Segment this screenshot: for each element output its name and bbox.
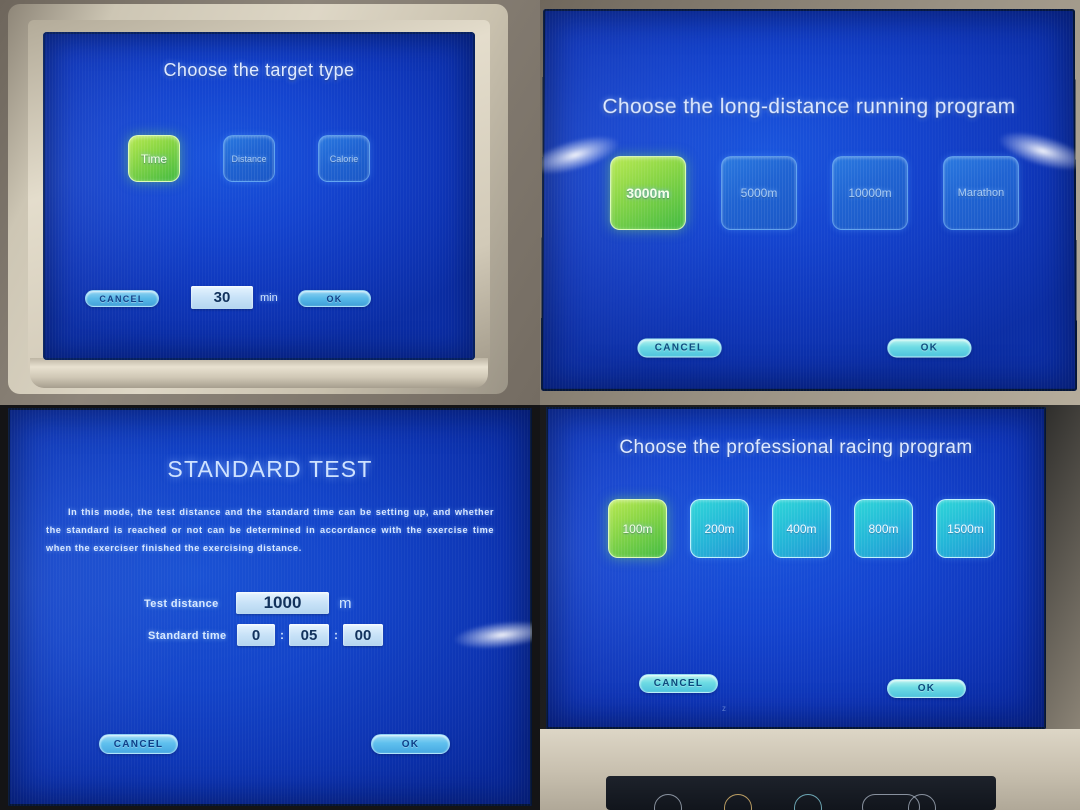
ok-button[interactable]: OK (887, 338, 971, 357)
time-separator-2: : (334, 628, 338, 642)
screen-ui: Choose the target type Time Distance Cal… (43, 32, 475, 360)
tile-label: 200m (704, 522, 734, 536)
screen-ui: Choose the professional racing program 1… (546, 407, 1046, 729)
time-separator-1: : (280, 628, 284, 642)
cancel-button[interactable]: CANCEL (85, 290, 159, 307)
target-type-tile-row: Time Distance Calorie (128, 135, 370, 182)
unit-label: min (260, 292, 278, 304)
distance-tile-row: 3000m 5000m 10000m Marathon (610, 156, 1019, 230)
tile-time[interactable]: Time (128, 135, 180, 182)
tile-label: Calorie (330, 154, 359, 164)
page-heading: STANDARD TEST (8, 456, 532, 483)
tile-800m[interactable]: 800m (854, 499, 913, 558)
test-distance-field[interactable]: 1000 (236, 592, 329, 614)
screen-glare (453, 617, 532, 653)
tile-1500m[interactable]: 1500m (936, 499, 995, 558)
screenshot-collage: Choose the target type Time Distance Cal… (0, 0, 1080, 810)
tile-5000m[interactable]: 5000m (721, 156, 797, 230)
tile-label: Marathon (958, 187, 1005, 199)
tile-100m[interactable]: 100m (608, 499, 667, 558)
cancel-button[interactable]: CANCEL (639, 674, 718, 693)
tile-label: 10000m (848, 186, 891, 200)
tile-200m[interactable]: 200m (690, 499, 749, 558)
mode-description: In this mode, the test distance and the … (46, 504, 494, 558)
control-button-strip (606, 776, 996, 810)
standard-time-label: Standard time (148, 630, 227, 642)
ok-button[interactable]: OK (298, 290, 371, 307)
distance-unit-label: m (339, 595, 352, 612)
screen-artifact: z (722, 704, 726, 713)
page-title: Choose the professional racing program (546, 437, 1046, 459)
tile-distance[interactable]: Distance (223, 135, 275, 182)
ok-button[interactable]: OK (887, 679, 966, 698)
lcd-screen: Choose the professional racing program 1… (546, 407, 1046, 729)
tile-400m[interactable]: 400m (772, 499, 831, 558)
standard-time-seconds-field[interactable]: 00 (343, 624, 383, 646)
test-distance-label: Test distance (144, 598, 219, 610)
tile-label: 1500m (947, 522, 984, 536)
tile-label: 100m (622, 522, 652, 536)
tile-3000m[interactable]: 3000m (610, 156, 686, 230)
console-key-2[interactable] (724, 794, 752, 810)
panel-long-distance: Choose the long-distance running program… (540, 0, 1080, 405)
lcd-screen: Choose the target type Time Distance Cal… (43, 32, 475, 360)
ok-button[interactable]: OK (371, 734, 450, 754)
standard-time-minutes-field[interactable]: 05 (289, 624, 329, 646)
lcd-screen: STANDARD TEST In this mode, the test dis… (8, 408, 532, 806)
page-title: Choose the target type (43, 60, 475, 81)
bezel-bottom-ridge (30, 358, 488, 388)
tile-label: 3000m (626, 185, 670, 201)
cancel-button[interactable]: CANCEL (99, 734, 178, 754)
console-key-3[interactable] (794, 794, 822, 810)
standard-time-hours-field[interactable]: 0 (237, 624, 275, 646)
panel-professional-racing: Choose the professional racing program 1… (540, 405, 1080, 810)
tile-marathon[interactable]: Marathon (943, 156, 1019, 230)
target-value-field[interactable]: 30 (191, 286, 253, 309)
tile-10000m[interactable]: 10000m (832, 156, 908, 230)
tile-label: Distance (231, 154, 266, 164)
racing-tile-row: 100m 200m 400m 800m 1500m (608, 499, 995, 558)
page-title: Choose the long-distance running program (542, 95, 1075, 119)
console-key-1[interactable] (654, 794, 682, 810)
panel-target-type: Choose the target type Time Distance Cal… (0, 0, 540, 405)
panel-standard-test: STANDARD TEST In this mode, the test dis… (0, 405, 540, 810)
tile-label: 5000m (741, 186, 778, 200)
tile-calorie[interactable]: Calorie (318, 135, 370, 182)
tile-label: Time (141, 152, 167, 166)
screen-ui: Choose the long-distance running program… (541, 9, 1077, 391)
lcd-screen: Choose the long-distance running program… (541, 9, 1077, 391)
tile-label: 400m (786, 522, 816, 536)
tile-label: 800m (868, 522, 898, 536)
screen-ui: STANDARD TEST In this mode, the test dis… (8, 408, 532, 806)
cancel-button[interactable]: CANCEL (637, 338, 721, 357)
console-key-4[interactable] (908, 794, 936, 810)
